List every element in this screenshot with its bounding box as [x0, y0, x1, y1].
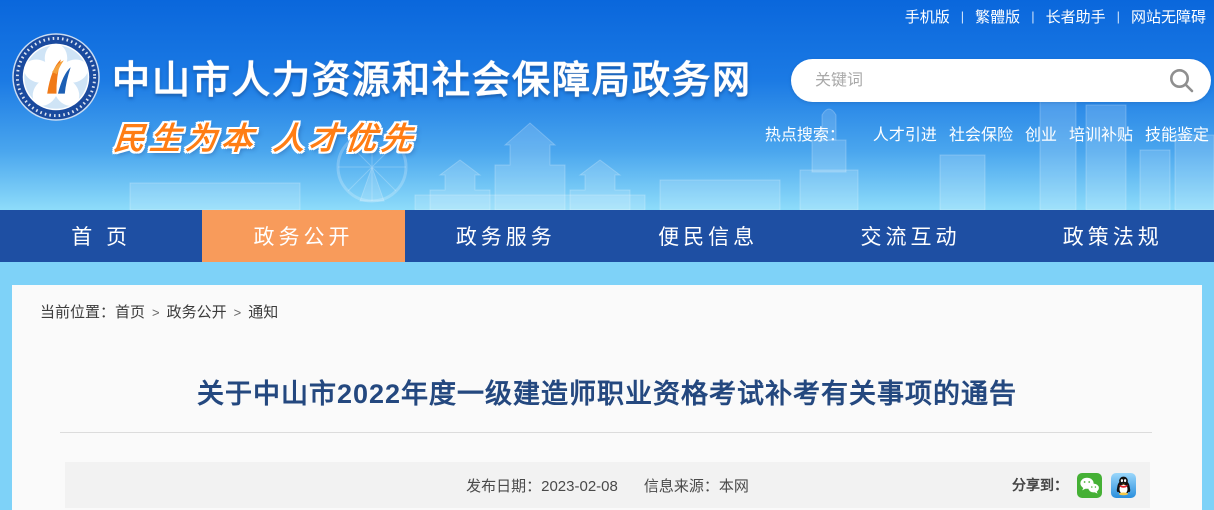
title-divider: [60, 432, 1152, 433]
hot-search-term[interactable]: 社会保险: [949, 121, 1013, 145]
breadcrumb: 当前位置：首页 > 政务公开 > 通知: [12, 285, 1202, 322]
search-button[interactable]: [1168, 67, 1195, 94]
breadcrumb-separator: >: [152, 305, 160, 320]
nav-item-gov-services[interactable]: 政务服务: [405, 210, 607, 262]
site-header: 手机版 | 繁體版 | 长者助手 | 网站无障碍: [0, 0, 1214, 210]
search-box[interactable]: [791, 59, 1211, 102]
top-utility-links: 手机版 | 繁體版 | 长者助手 | 网站无障碍: [905, 6, 1206, 27]
search-area: 热点搜索： 人才引进 社会保险 创业 培训补贴 技能鉴定: [791, 59, 1211, 145]
link-separator: |: [1031, 9, 1034, 24]
search-icon: [1168, 67, 1195, 94]
top-link-traditional[interactable]: 繁體版: [975, 6, 1020, 27]
wechat-icon[interactable]: [1077, 473, 1102, 498]
publish-date-label: 发布日期：: [466, 478, 541, 495]
breadcrumb-label: 当前位置：: [40, 304, 115, 321]
breadcrumb-current: 通知: [248, 304, 278, 321]
site-title: 中山市人力资源和社会保障局政务网: [112, 49, 752, 121]
article-meta: 发布日期：2023-02-08 信息来源：本网: [65, 475, 1150, 496]
search-input[interactable]: [815, 72, 1168, 90]
link-separator: |: [961, 9, 964, 24]
brand-block: 中山市人力资源和社会保障局政务网: [12, 33, 752, 121]
nav-item-policies[interactable]: 政策法规: [1012, 210, 1214, 262]
article-meta-bar: 发布日期：2023-02-08 信息来源：本网 分享到：: [65, 462, 1150, 508]
content-panel: 当前位置：首页 > 政务公开 > 通知 关于中山市2022年度一级建造师职业资格考试补考…: [12, 285, 1202, 510]
hot-search-term[interactable]: 人才引进: [873, 121, 937, 145]
main-nav: 首 页 政务公开 政务服务 便民信息 交流互动 政策法规: [0, 210, 1214, 262]
qq-icon[interactable]: [1111, 473, 1136, 498]
hot-search-label: 热点搜索：: [765, 121, 845, 145]
top-link-mobile[interactable]: 手机版: [905, 6, 950, 27]
breadcrumb-gov-disclosure[interactable]: 政务公开: [167, 304, 227, 321]
nav-item-home[interactable]: 首 页: [0, 210, 202, 262]
breadcrumb-separator: >: [234, 305, 242, 320]
share-block: 分享到：: [1012, 473, 1150, 498]
page-title: 关于中山市2022年度一级建造师职业资格考试补考有关事项的通告: [42, 372, 1172, 411]
nav-item-public-info[interactable]: 便民信息: [607, 210, 809, 262]
top-link-accessibility[interactable]: 网站无障碍: [1131, 6, 1206, 27]
site-logo-icon: [12, 33, 100, 121]
breadcrumb-home[interactable]: 首页: [115, 304, 145, 321]
hot-search-term[interactable]: 技能鉴定: [1145, 121, 1209, 145]
nav-item-interaction[interactable]: 交流互动: [809, 210, 1011, 262]
share-label: 分享到：: [1012, 475, 1068, 495]
hot-search-term[interactable]: 培训补贴: [1069, 121, 1133, 145]
nav-item-gov-disclosure[interactable]: 政务公开: [202, 210, 404, 262]
publish-date-value: 2023-02-08: [541, 478, 618, 495]
hot-search-term[interactable]: 创业: [1025, 121, 1057, 145]
top-link-elder-helper[interactable]: 长者助手: [1046, 6, 1106, 27]
page: 手机版 | 繁體版 | 长者助手 | 网站无障碍: [0, 0, 1214, 510]
hot-search-row: 热点搜索： 人才引进 社会保险 创业 培训补贴 技能鉴定: [791, 121, 1211, 145]
source-value: 本网: [719, 478, 749, 495]
source-label: 信息来源：: [644, 478, 719, 495]
link-separator: |: [1117, 9, 1120, 24]
site-slogan: 民生为本 人才优先: [112, 113, 420, 158]
